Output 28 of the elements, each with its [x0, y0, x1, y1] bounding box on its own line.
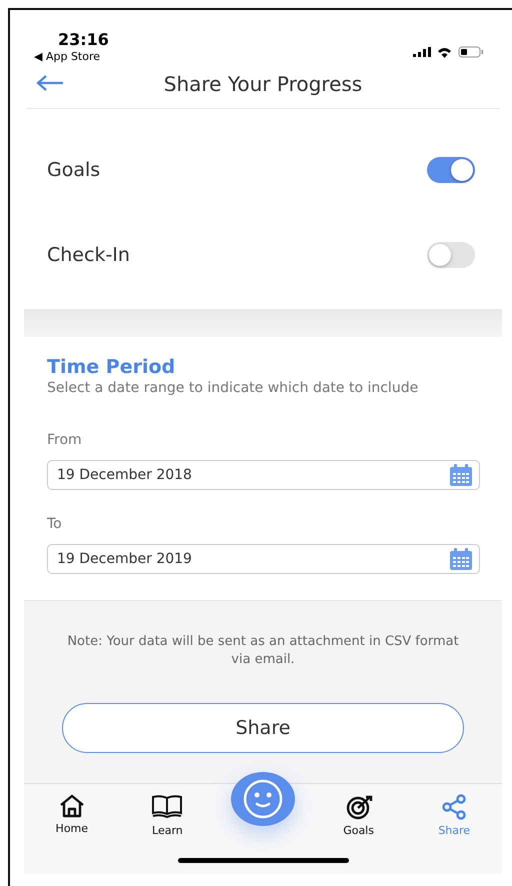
tab-item[interactable]: Home: [24, 794, 120, 837]
section-subtitle: Select a date range to indicate which date to include: [46, 379, 420, 398]
date-field[interactable]: 19 December 2018: [47, 460, 480, 490]
wifi-icon: [437, 46, 452, 58]
date-field[interactable]: 19 December 2019: [47, 544, 480, 574]
share-icon: [441, 794, 468, 820]
toggle-label: Goals: [47, 158, 100, 180]
screen-title: Share Your Progress: [164, 72, 362, 96]
note-text: Note: Your data will be sent as an attachment in CSV format via email.: [66, 633, 460, 669]
toggle-label: Check-In: [47, 244, 130, 266]
toggle-switch[interactable]: [427, 156, 475, 182]
book-icon: [151, 794, 184, 820]
status-time: 23:16: [58, 30, 109, 49]
calendar-icon: [449, 463, 473, 487]
toggle-switch[interactable]: [427, 242, 475, 268]
battery-icon: [458, 46, 484, 58]
field-label: From: [47, 432, 83, 448]
smiley-icon: [242, 778, 284, 820]
back-arrow-icon: [36, 74, 64, 92]
share-button[interactable]: Share: [62, 703, 464, 753]
tab-item[interactable]: Goals: [310, 794, 406, 837]
back-to-app-link[interactable]: ◀ App Store: [34, 50, 109, 63]
section-title: Time Period: [46, 356, 176, 378]
field-label: To: [47, 516, 63, 532]
calendar-icon: [449, 547, 473, 571]
signal-icon: [413, 47, 431, 57]
home-icon: [58, 794, 85, 818]
tab-item[interactable]: Learn: [120, 794, 216, 837]
